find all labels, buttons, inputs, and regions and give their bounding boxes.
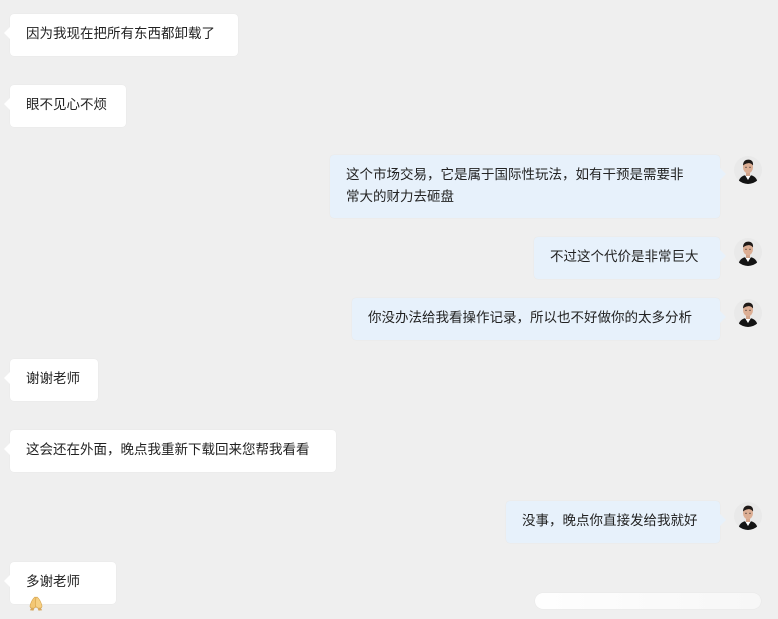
message-text-line: 这个市场交易，它是属于国际性玩法，如有干预是需要非 (346, 167, 684, 183)
message-text: 谢谢老师 (26, 371, 80, 387)
message-bubble[interactable]: 多谢老师 (4, 562, 116, 611)
avatar[interactable] (734, 238, 762, 266)
message-text: 因为我现在把所有东西都卸载了 (26, 26, 215, 42)
message-bubble[interactable]: 没事，晚点你直接发给我就好 (506, 501, 726, 543)
message-text: 你没办法给我看操作记录，所以也不好做你的太多分析 (368, 310, 692, 326)
message-bubble[interactable]: 因为我现在把所有东西都卸载了 (4, 14, 238, 56)
message-bubble[interactable]: 这个市场交易，它是属于国际性玩法，如有干预是需要非 常大的财力去砸盘 (330, 155, 726, 218)
message-text: 没事，晚点你直接发给我就好 (522, 513, 698, 529)
message-text: 多谢老师 (26, 574, 80, 590)
message-text: 这会还在外面，晚点我重新下载回来您帮我看看 (26, 442, 310, 458)
message-bubble[interactable]: 眼不见心不烦 (4, 85, 126, 127)
message-bubble[interactable]: 这会还在外面，晚点我重新下载回来您帮我看看 (4, 430, 336, 472)
chat-history: 因为我现在把所有东西都卸载了 眼不见心不烦 这个市场交易，它是属于国际性玩法，如… (0, 0, 778, 618)
folded-hands-emoji-icon (27, 594, 45, 612)
user-avatar-icon (734, 156, 762, 184)
message-bubble[interactable]: 你没办法给我看操作记录，所以也不好做你的太多分析 (352, 298, 726, 340)
avatar[interactable] (734, 502, 762, 530)
user-avatar-icon (734, 502, 762, 530)
user-avatar-icon (734, 238, 762, 266)
avatar[interactable] (734, 156, 762, 184)
message-bubble[interactable]: 不过这个代价是非常巨大 (534, 237, 726, 279)
avatar[interactable] (734, 299, 762, 327)
scroll-indicator[interactable] (535, 593, 761, 609)
user-avatar-icon (734, 299, 762, 327)
message-text: 不过这个代价是非常巨大 (550, 249, 699, 265)
message-text: 眼不见心不烦 (26, 97, 107, 113)
message-bubble[interactable]: 谢谢老师 (4, 359, 98, 401)
message-text-line: 常大的财力去砸盘 (346, 189, 454, 205)
